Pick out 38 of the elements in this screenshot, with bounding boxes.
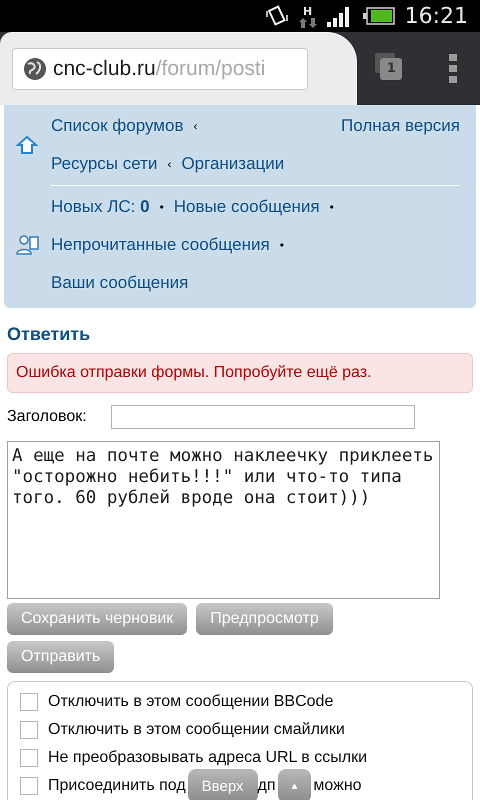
- unread-posts-link[interactable]: Непрочитанные сообщения: [51, 235, 270, 255]
- data-arrows-icon: [298, 18, 317, 28]
- battery-icon: [362, 7, 395, 25]
- subject-field[interactable]: [110, 405, 415, 429]
- your-posts-link[interactable]: Ваши сообщения: [51, 273, 188, 293]
- checkbox[interactable]: [20, 721, 38, 739]
- option-label: дп: [258, 777, 276, 795]
- bullet: •: [160, 200, 164, 214]
- breadcrumb-link[interactable]: Ресурсы сети: [51, 154, 158, 174]
- bullet: •: [280, 238, 284, 252]
- checkbox[interactable]: [20, 777, 38, 795]
- checkbox[interactable]: [20, 693, 38, 711]
- reply-heading: Ответить: [6, 323, 92, 346]
- clock: 16:21: [404, 4, 468, 28]
- address-bar[interactable]: cnc-club.ru/forum/posti: [12, 48, 308, 90]
- option-label: Присоединить под: [48, 777, 186, 795]
- option-label: можно: [313, 777, 362, 795]
- subject-label: Заголовок:: [7, 408, 87, 426]
- option-label: Не преобразовывать адреса URL в ссылки: [48, 749, 368, 767]
- checkbox[interactable]: [20, 749, 38, 767]
- breadcrumb-separator: ‹: [193, 119, 198, 133]
- message-field[interactable]: А еще на почте можно наклеечку приклееть "осторожно небить!!!" или что-то типа того. 60 рублей вроде она стоит))): [7, 441, 440, 599]
- home-icon: [16, 135, 38, 155]
- menu-icon[interactable]: [448, 54, 457, 84]
- error-message: Ошибка отправки формы. Попробуйте ещё раз.: [7, 353, 473, 393]
- breadcrumb-separator: ‹: [167, 157, 172, 171]
- private-messages-link[interactable]: Новых ЛС: 0: [51, 197, 150, 217]
- users-icon: [16, 234, 40, 256]
- option-label: Отключить в этом сообщении BBCode: [48, 693, 334, 711]
- bullet: •: [330, 200, 334, 214]
- network-type: H: [302, 4, 312, 18]
- vibrate-icon: [264, 5, 289, 27]
- new-posts-link[interactable]: Новые сообщения: [174, 197, 320, 217]
- breadcrumb-link[interactable]: Организации: [181, 154, 284, 174]
- option-label: Отключить в этом сообщении смайлики: [48, 721, 345, 739]
- forum-list-link[interactable]: Список форумов: [51, 116, 184, 136]
- full-version-link[interactable]: Полная версия: [341, 116, 460, 136]
- tabs-button[interactable]: 1: [380, 58, 402, 80]
